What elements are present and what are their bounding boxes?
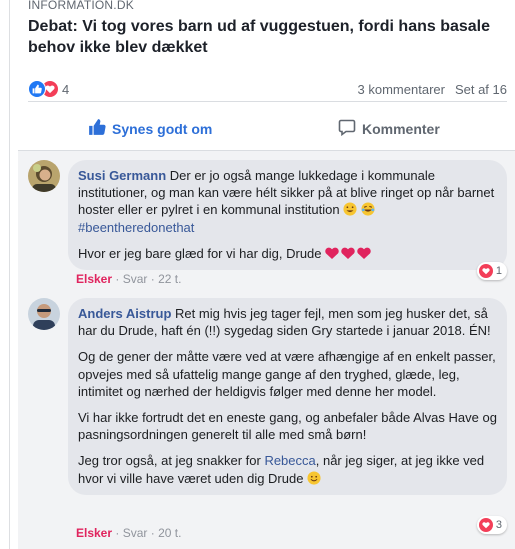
comment-paragraph: Jeg tror også, at jeg snakker for <box>78 453 261 469</box>
love-reaction-icon <box>478 518 493 532</box>
thumbs-up-icon <box>88 118 106 139</box>
comment: Susi Germann Der er jo også mange lukked… <box>28 160 507 290</box>
post-stats-bar: 4 3 kommentarer Set af 16 <box>28 78 507 102</box>
comment-timestamp[interactable]: 20 t. <box>158 526 181 540</box>
comment: Anders Aistrup Ret mig hvis jeg tager fe… <box>28 298 507 548</box>
mention-link[interactable]: Rebecca <box>264 453 315 468</box>
reaction-number: 3 <box>495 519 502 531</box>
comment-text-second: Hvor er jeg bare glæd for vi har dig, Dr… <box>78 245 322 261</box>
link-headline[interactable]: Debat: Vi tog vores barn ud af vuggestue… <box>28 16 508 58</box>
avatar[interactable] <box>28 298 60 330</box>
meta-separator: · <box>150 526 159 540</box>
comment-button-label: Kommenter <box>362 120 440 137</box>
link-preview[interactable]: INFORMATION.DK Debat: Vi tog vores barn … <box>22 0 515 64</box>
love-reaction-icon <box>478 264 493 278</box>
hashtag-link[interactable]: #beentheredonethat <box>78 220 194 235</box>
comment-button[interactable]: Kommenter <box>338 118 499 139</box>
meta-separator: · <box>150 272 159 286</box>
reply-link[interactable]: Svar <box>123 526 148 540</box>
comment-meta: Elsker · Svar · 22 t. <box>76 272 181 286</box>
comment-reaction-count[interactable]: 1 <box>476 262 507 280</box>
comment-timestamp[interactable]: 22 t. <box>158 272 181 286</box>
smile-emoji <box>307 471 321 486</box>
comments-section: Susi Germann Der er jo også mange lukked… <box>18 150 515 549</box>
love-reaction-link[interactable]: Elsker <box>76 272 112 286</box>
link-domain: INFORMATION.DK <box>28 0 134 12</box>
like-button-label: Synes godt om <box>112 120 213 137</box>
comment-count-link[interactable]: 3 kommentarer <box>358 82 445 97</box>
reaction-number: 1 <box>495 265 502 277</box>
tears-of-joy-emoji <box>361 202 375 217</box>
meta-separator: · <box>115 272 123 286</box>
comment-meta: Elsker · Svar · 20 t. <box>76 526 181 540</box>
speech-bubble-icon <box>338 118 356 139</box>
comment-author[interactable]: Anders Aistrup <box>78 306 171 321</box>
comment-bubble: Anders Aistrup Ret mig hvis jeg tager fe… <box>68 298 507 495</box>
like-button[interactable]: Synes godt om <box>88 118 212 139</box>
comment-paragraph: Vi har ikke fortrudt det en eneste gang,… <box>78 410 497 443</box>
post-actions: Synes godt om Kommenter <box>28 112 507 150</box>
reaction-count: 4 <box>62 81 70 97</box>
meta-separator: · <box>115 526 123 540</box>
laughing-crying-emoji <box>343 202 361 217</box>
like-reaction-icon <box>28 80 46 98</box>
comment-author[interactable]: Susi Germann <box>78 168 166 183</box>
love-reaction-link[interactable]: Elsker <box>76 526 112 540</box>
comment-bubble: Susi Germann Der er jo også mange lukked… <box>68 160 507 271</box>
comment-reaction-count[interactable]: 3 <box>476 516 507 534</box>
red-heart-icons <box>325 246 373 261</box>
seen-by-link[interactable]: Set af 16 <box>455 82 507 97</box>
reply-link[interactable]: Svar <box>123 272 148 286</box>
reaction-summary[interactable]: 4 <box>28 80 69 98</box>
avatar[interactable] <box>28 160 60 192</box>
comment-paragraph: Og de gener der måtte være ved at være a… <box>78 349 496 399</box>
feed-left-rule <box>0 0 10 549</box>
